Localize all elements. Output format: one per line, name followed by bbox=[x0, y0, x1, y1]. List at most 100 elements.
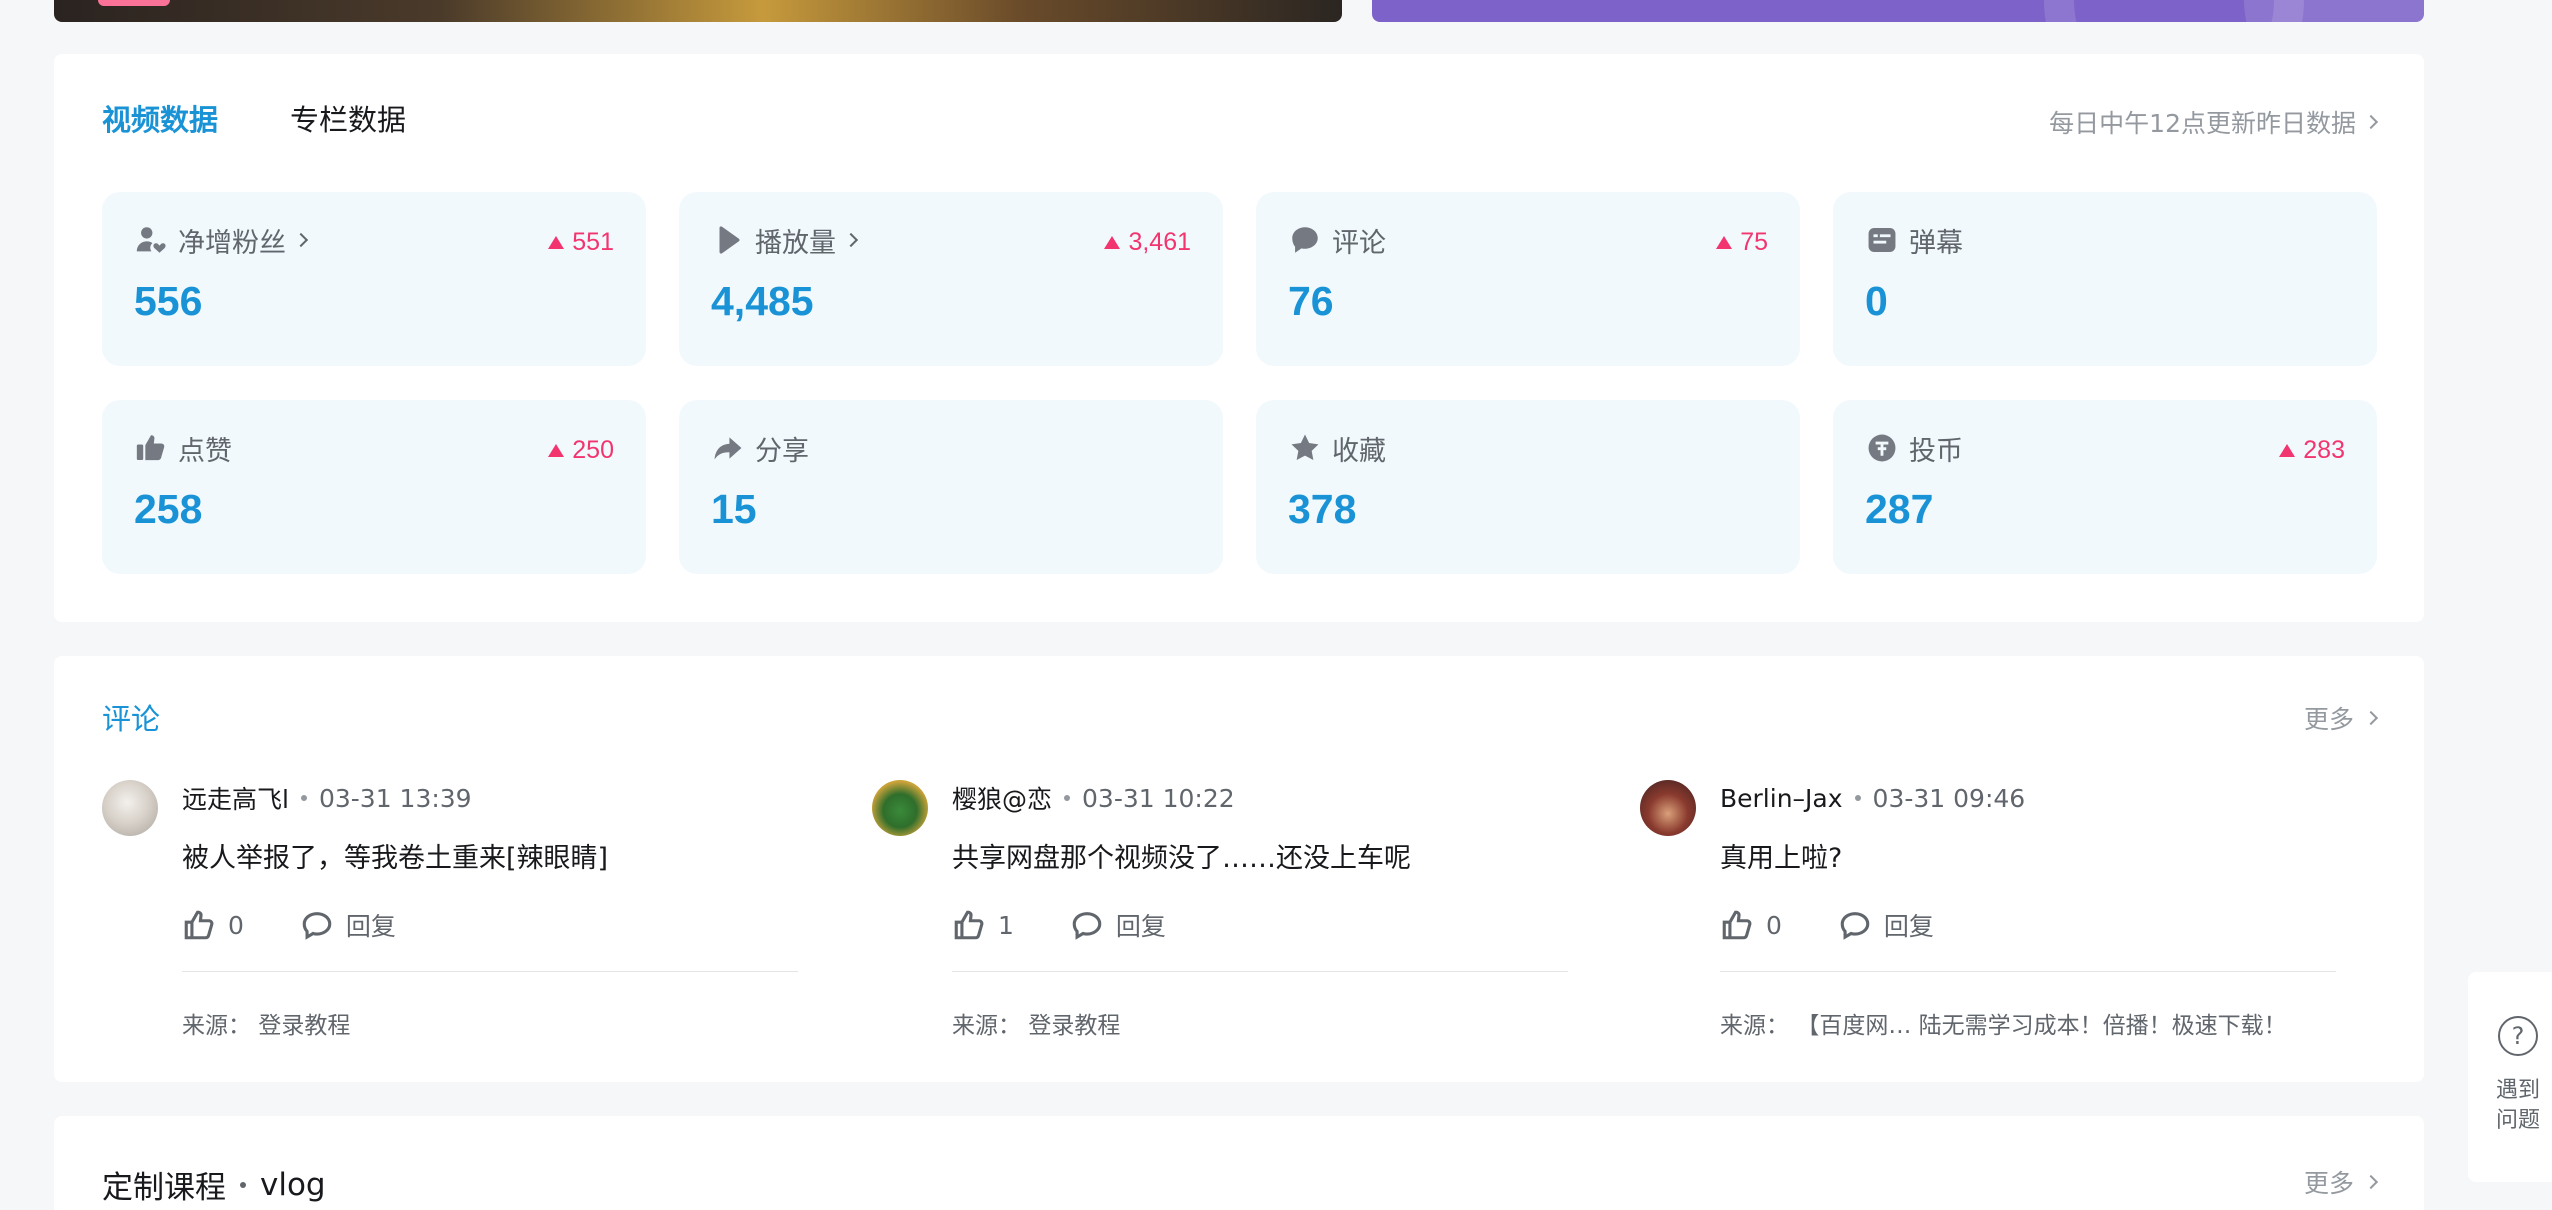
chevron-right-icon bbox=[843, 232, 859, 248]
help-float-button[interactable]: ? 遇到问题 bbox=[2468, 972, 2552, 1182]
custom-course-panel: 定制课程 vlog 更多 bbox=[54, 1116, 2424, 1210]
comment-time: 03-31 09:46 bbox=[1872, 783, 2026, 813]
increase-arrow-icon bbox=[1104, 236, 1121, 249]
comment-source: 来源： 登录教程 bbox=[952, 1006, 1568, 1040]
comments-more-link[interactable]: 更多 bbox=[2303, 700, 2379, 736]
course-title: 定制课程 vlog bbox=[102, 1162, 326, 1207]
comment-text: 共享网盘那个视频没了……还没上车呢 bbox=[952, 843, 1411, 874]
question-icon: ? bbox=[2498, 1016, 2538, 1056]
stat-card-comments[interactable]: 评论 76 75 bbox=[1256, 192, 1800, 366]
coin-icon bbox=[1865, 431, 1899, 465]
comment-time: 03-31 10:22 bbox=[1082, 783, 1235, 813]
chevron-right-icon bbox=[2363, 710, 2379, 726]
more-label: 更多 bbox=[2303, 1169, 2354, 1198]
stat-label: 播放量 bbox=[755, 227, 836, 259]
stat-label: 点赞 bbox=[178, 435, 232, 467]
stat-card-favorites[interactable]: 收藏 378 bbox=[1256, 400, 1800, 574]
stat-card-danmaku[interactable]: 弹幕 0 bbox=[1833, 192, 2377, 366]
course-title-text: 定制课程 bbox=[102, 1170, 226, 1206]
avatar[interactable] bbox=[1640, 780, 1696, 836]
source-link[interactable]: 【百度网… 陆无需学习成本！倍播！极速下载！ bbox=[1796, 1013, 2286, 1039]
comment-source: 来源： 【百度网… 陆无需学习成本！倍播！极速下载！ bbox=[1720, 1006, 2336, 1040]
banner-left[interactable] bbox=[54, 0, 1342, 22]
increase-arrow-icon bbox=[548, 444, 565, 457]
stat-card-shares[interactable]: 分享 15 bbox=[679, 400, 1223, 574]
comments-panel: 评论 更多 远走高飞l 03-31 13:39 被人举报了，等我卷土重来[辣眼睛… bbox=[54, 656, 2424, 1082]
danmaku-icon bbox=[1865, 223, 1899, 257]
reply-label: 回复 bbox=[1883, 912, 1934, 941]
update-note-link[interactable]: 每日中午12点更新昨日数据 bbox=[2049, 104, 2379, 140]
stat-card-coins[interactable]: 投币 287 283 bbox=[1833, 400, 2377, 574]
like-button[interactable]: 0 bbox=[182, 908, 244, 942]
reply-bubble-icon bbox=[1840, 912, 1870, 940]
increase-arrow-icon bbox=[1716, 236, 1733, 249]
source-link[interactable]: 登录教程 bbox=[1028, 1013, 1120, 1039]
stat-card-fans[interactable]: 净增粉丝 556 551 bbox=[102, 192, 646, 366]
banner-decoration bbox=[2244, 0, 2424, 22]
help-label: 遇到问题 bbox=[2495, 1078, 2540, 1133]
stat-value: 258 bbox=[134, 486, 203, 532]
stat-delta-value: 551 bbox=[572, 228, 614, 256]
stat-delta-value: 3,461 bbox=[1128, 228, 1191, 256]
separator-dot bbox=[300, 795, 307, 801]
stat-card-likes[interactable]: 点赞 258 250 bbox=[102, 400, 646, 574]
course-more-link[interactable]: 更多 bbox=[2303, 1164, 2379, 1200]
comment-time: 03-31 13:39 bbox=[318, 783, 472, 813]
play-icon bbox=[711, 223, 745, 257]
reply-button[interactable]: 回复 bbox=[1070, 907, 1166, 943]
stats-grid: 净增粉丝 556 551 播放量 4,485 3,461 评论 76 75 弹幕… bbox=[102, 192, 2377, 574]
avatar[interactable] bbox=[102, 780, 158, 836]
comment-text: 真用上啦? bbox=[1720, 843, 1843, 874]
stat-label: 收藏 bbox=[1332, 435, 1386, 467]
avatar[interactable] bbox=[872, 780, 928, 836]
stat-delta: 75 bbox=[1716, 228, 1768, 257]
comment-source: 来源： 登录教程 bbox=[182, 1006, 798, 1040]
like-button[interactable]: 0 bbox=[1720, 908, 1782, 942]
data-tabs: 视频数据 专栏数据 bbox=[102, 100, 406, 140]
separator-dot bbox=[1064, 795, 1071, 801]
chevron-right-icon bbox=[293, 232, 309, 248]
divider bbox=[1720, 971, 2336, 972]
source-label: 来源： bbox=[182, 1013, 251, 1039]
reply-label: 回复 bbox=[345, 912, 396, 941]
source-label: 来源： bbox=[952, 1013, 1021, 1039]
stat-card-plays[interactable]: 播放量 4,485 3,461 bbox=[679, 192, 1223, 366]
comment-actions: 1 回复 bbox=[952, 907, 1568, 943]
thumbs-up-outline-icon bbox=[954, 910, 984, 940]
update-note-text: 每日中午12点更新昨日数据 bbox=[2049, 109, 2356, 138]
stat-value: 378 bbox=[1288, 486, 1357, 532]
stat-label: 评论 bbox=[1332, 227, 1386, 259]
comment-bubble-icon bbox=[1288, 223, 1322, 257]
comments-title: 评论 bbox=[102, 702, 161, 736]
reply-button[interactable]: 回复 bbox=[300, 907, 396, 943]
stat-label: 弹幕 bbox=[1909, 227, 1963, 259]
increase-arrow-icon bbox=[548, 236, 565, 249]
like-button[interactable]: 1 bbox=[952, 908, 1014, 942]
chevron-right-icon bbox=[2363, 114, 2379, 130]
comment-username[interactable]: 樱狼@恋 bbox=[952, 780, 1052, 816]
stat-delta: 283 bbox=[2279, 436, 2345, 465]
stat-value: 287 bbox=[1865, 486, 1934, 532]
stat-label: 净增粉丝 bbox=[178, 227, 286, 259]
reply-button[interactable]: 回复 bbox=[1838, 907, 1934, 943]
stat-delta: 250 bbox=[548, 436, 614, 465]
stat-delta-value: 75 bbox=[1740, 228, 1768, 256]
thumbs-up-outline-icon bbox=[1722, 910, 1752, 940]
source-link[interactable]: 登录教程 bbox=[258, 1013, 350, 1039]
tab-column-data[interactable]: 专栏数据 bbox=[290, 100, 406, 140]
stat-delta-value: 283 bbox=[2303, 436, 2345, 464]
tab-video-data[interactable]: 视频数据 bbox=[102, 100, 218, 140]
more-label: 更多 bbox=[2303, 705, 2354, 734]
comment-meta: 远走高飞l 03-31 13:39 bbox=[182, 780, 798, 816]
fans-icon bbox=[134, 223, 168, 257]
comment-username[interactable]: Berlin–Jax bbox=[1720, 784, 1843, 813]
comment-actions: 0 回复 bbox=[182, 907, 798, 943]
comment-username[interactable]: 远走高飞l bbox=[182, 780, 289, 816]
stat-label: 投币 bbox=[1909, 435, 1963, 467]
banner-right[interactable] bbox=[1372, 0, 2424, 22]
like-count: 1 bbox=[998, 910, 1014, 940]
like-count: 0 bbox=[228, 910, 244, 940]
stat-value: 76 bbox=[1288, 278, 1334, 324]
thumbs-up-icon bbox=[134, 431, 168, 465]
stat-label: 分享 bbox=[755, 435, 809, 467]
